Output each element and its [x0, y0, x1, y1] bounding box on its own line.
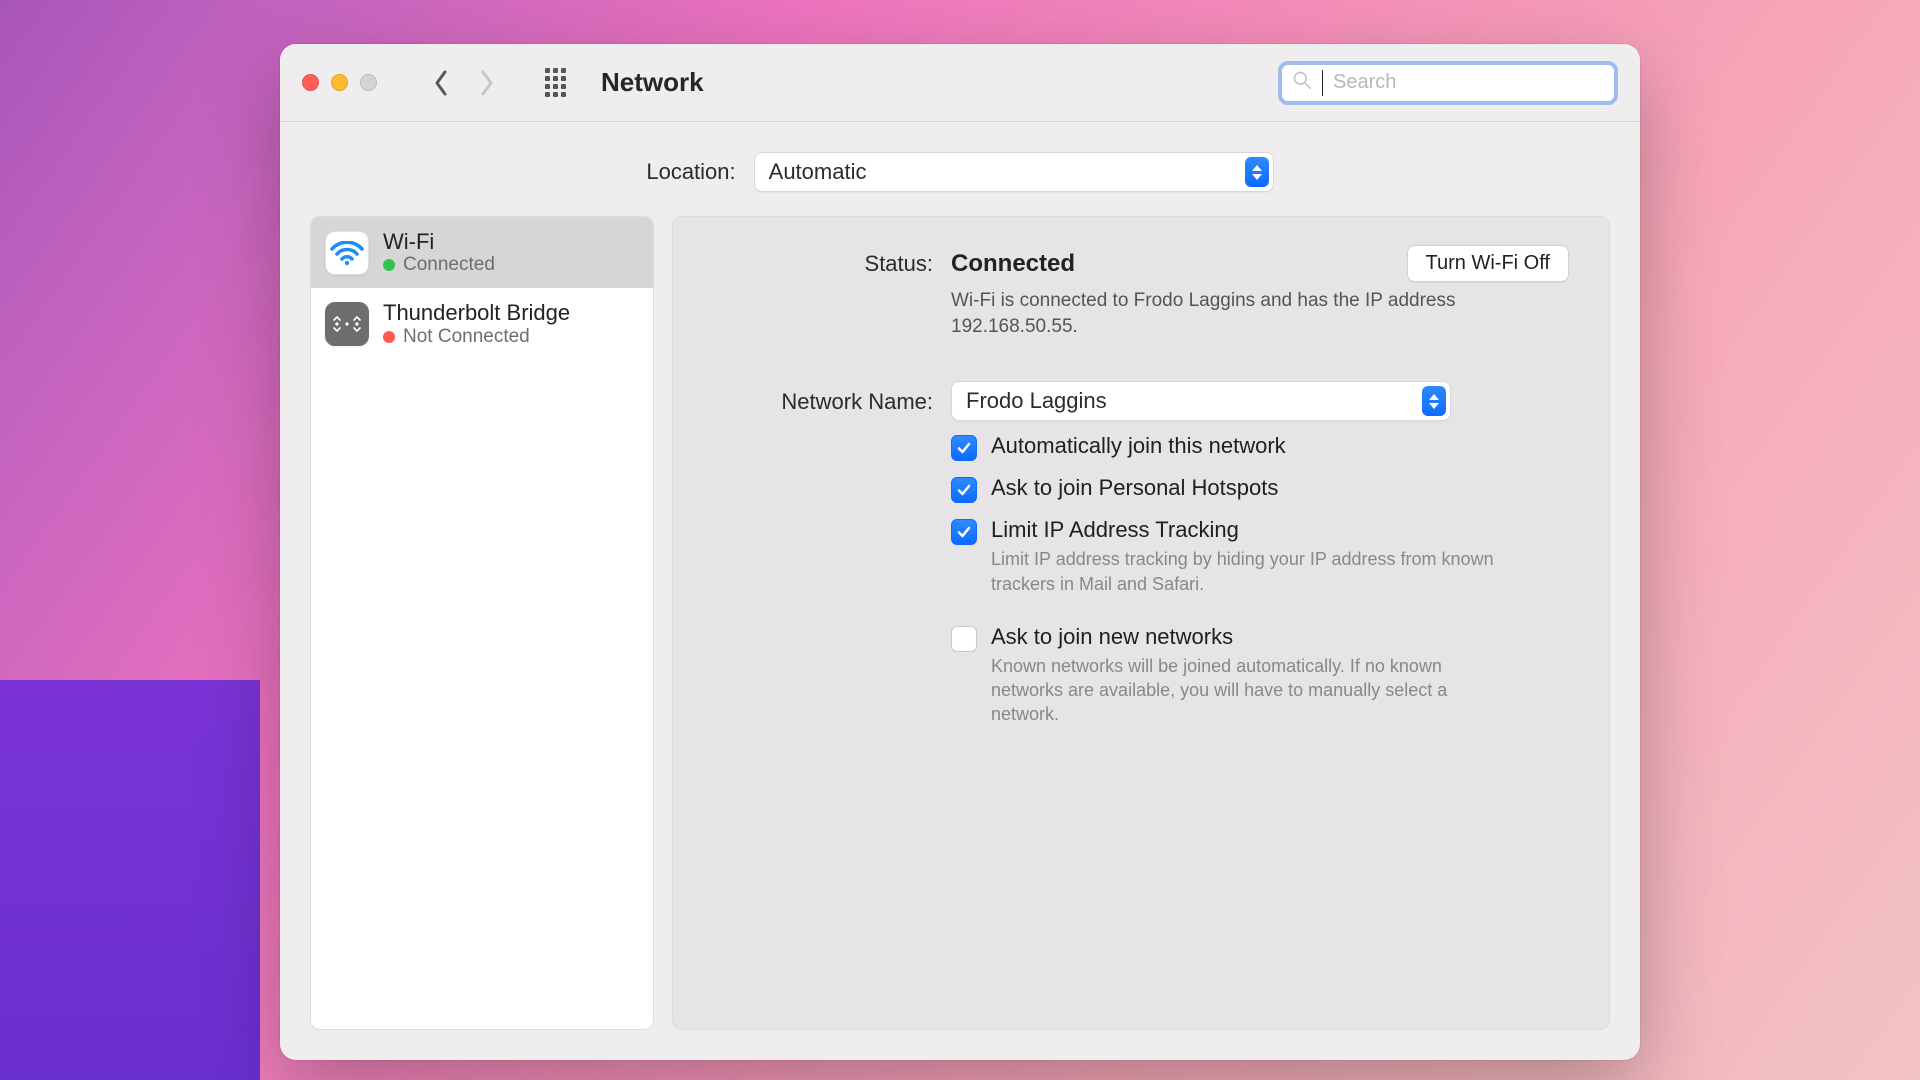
status-row: Status: Connected Turn Wi-Fi Off Wi-Fi i… — [713, 245, 1569, 339]
status-dot-icon — [383, 259, 395, 271]
sidebar-item-wifi[interactable]: Wi-Fi Connected — [311, 217, 653, 288]
interfaces-sidebar: Wi-Fi Connected — [310, 216, 654, 1030]
checkbox-limit-ip-tracking[interactable] — [951, 519, 977, 545]
location-row: Location: Automatic — [280, 122, 1640, 216]
interface-detail: Status: Connected Turn Wi-Fi Off Wi-Fi i… — [672, 216, 1610, 1030]
checkbox-ask-hotspots[interactable] — [951, 477, 977, 503]
desktop-background-accent — [0, 680, 260, 1080]
option-auto-join[interactable]: Automatically join this network — [951, 433, 1569, 461]
sidebar-item-thunderbolt-bridge[interactable]: Thunderbolt Bridge Not Connected — [311, 288, 653, 359]
forward-button[interactable] — [479, 70, 495, 96]
stepper-icon — [1422, 386, 1446, 416]
network-name-row: Network Name: Frodo Laggins Automaticall — [713, 381, 1569, 726]
option-label: Limit IP Address Tracking — [991, 517, 1511, 543]
thunderbolt-bridge-icon — [325, 302, 369, 346]
back-button[interactable] — [433, 70, 449, 96]
page-title: Network — [601, 67, 704, 98]
show-all-button[interactable] — [541, 69, 569, 97]
location-label: Location: — [646, 159, 735, 185]
location-select[interactable]: Automatic — [754, 152, 1274, 192]
option-help: Known networks will be joined automatica… — [991, 654, 1511, 727]
checkbox-auto-join[interactable] — [951, 435, 977, 461]
status-dot-icon — [383, 331, 395, 343]
sidebar-item-text: Wi-Fi Connected — [383, 229, 495, 276]
network-name-select[interactable]: Frodo Laggins — [951, 381, 1451, 421]
search-field[interactable] — [1278, 61, 1618, 105]
option-label: Ask to join Personal Hotspots — [991, 475, 1278, 501]
option-label: Ask to join new networks — [991, 624, 1511, 650]
preferences-window: Network Location: Automatic — [280, 44, 1640, 1060]
wifi-options: Automatically join this network Ask to j… — [951, 433, 1569, 726]
network-name-label: Network Name: — [713, 381, 933, 415]
turn-wifi-off-button[interactable]: Turn Wi-Fi Off — [1407, 245, 1569, 282]
search-icon — [1292, 70, 1312, 95]
search-input[interactable] — [1333, 71, 1604, 94]
option-help: Limit IP address tracking by hiding your… — [991, 547, 1511, 596]
sidebar-item-status-text: Connected — [403, 254, 495, 276]
nav-arrows — [433, 70, 495, 96]
checkbox-ask-new-networks[interactable] — [951, 626, 977, 652]
sidebar-item-title: Thunderbolt Bridge — [383, 300, 570, 325]
window-controls — [302, 74, 377, 91]
wifi-icon — [325, 231, 369, 275]
option-label: Automatically join this network — [991, 433, 1286, 459]
sidebar-item-status: Not Connected — [383, 326, 570, 348]
titlebar: Network — [280, 44, 1640, 122]
sidebar-item-title: Wi-Fi — [383, 229, 495, 254]
sidebar-item-status-text: Not Connected — [403, 326, 530, 348]
option-ask-new-networks[interactable]: Ask to join new networks Known networks … — [951, 624, 1569, 727]
option-limit-ip-tracking[interactable]: Limit IP Address Tracking Limit IP addre… — [951, 517, 1569, 596]
option-ask-hotspots[interactable]: Ask to join Personal Hotspots — [951, 475, 1569, 503]
status-description: Wi-Fi is connected to Frodo Laggins and … — [951, 288, 1471, 339]
minimize-window-button[interactable] — [331, 74, 348, 91]
location-value: Automatic — [769, 159, 867, 185]
status-label: Status: — [713, 245, 933, 277]
stepper-icon — [1245, 157, 1269, 187]
sidebar-item-text: Thunderbolt Bridge Not Connected — [383, 300, 570, 347]
status-value: Connected — [951, 250, 1075, 278]
sidebar-item-status: Connected — [383, 254, 495, 276]
close-window-button[interactable] — [302, 74, 319, 91]
zoom-window-button[interactable] — [360, 74, 377, 91]
content-area: Wi-Fi Connected — [280, 216, 1640, 1060]
network-name-value: Frodo Laggins — [966, 388, 1107, 414]
text-cursor — [1322, 70, 1323, 96]
